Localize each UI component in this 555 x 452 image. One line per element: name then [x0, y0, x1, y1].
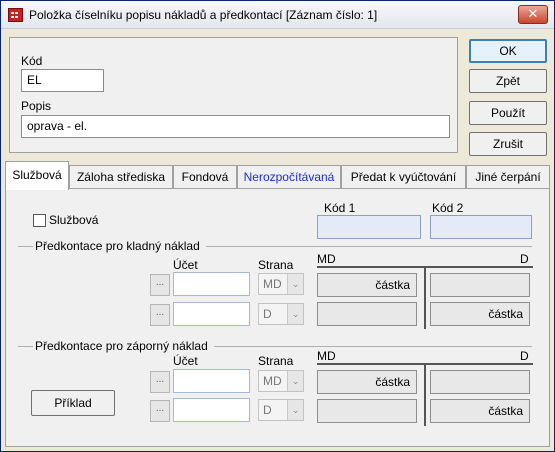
- title-bar[interactable]: Položka číselníku popisu nákladů a předk…: [1, 1, 554, 29]
- negative-strana-label: Strana: [258, 354, 294, 368]
- negative-row1-md-amount: částka: [317, 370, 417, 394]
- negative-ucet-label: Účet: [173, 354, 198, 368]
- tab-zaloha-strediska[interactable]: Záloha střediska: [69, 165, 173, 189]
- sluzbova-checkbox-label: Službová: [49, 213, 99, 227]
- positive-row1-lookup-button[interactable]: ...: [150, 274, 170, 296]
- positive-row1-side-select[interactable]: MD ⌄: [258, 273, 304, 295]
- back-button[interactable]: Zpět: [469, 69, 547, 93]
- positive-md-label: MD: [317, 252, 336, 266]
- chevron-down-icon: ⌄: [287, 274, 303, 294]
- negative-row1-side-value: MD: [263, 374, 282, 388]
- positive-row1-account-input[interactable]: [173, 272, 250, 296]
- positive-row2-d-amount: částka: [430, 302, 530, 326]
- negative-row2-side-value: D: [263, 403, 272, 417]
- app-icon: [8, 8, 23, 22]
- negative-divider-right: [214, 346, 532, 347]
- positive-row2-side-select[interactable]: D ⌄: [258, 303, 304, 325]
- kod2-field[interactable]: [430, 215, 532, 239]
- tab-nerozpocitavana[interactable]: Nerozpočítávaná: [237, 165, 341, 189]
- tab-fondova[interactable]: Fondová: [173, 165, 237, 189]
- kod1-label: Kód 1: [324, 201, 356, 215]
- window-title: Položka číselníku popisu nákladů a předk…: [29, 8, 378, 22]
- close-button[interactable]: ✕: [518, 5, 548, 24]
- negative-row2-lookup-button[interactable]: ...: [150, 400, 170, 422]
- chevron-down-icon: ⌄: [287, 304, 303, 324]
- positive-row2-account-input[interactable]: [173, 302, 250, 326]
- negative-row1-side-select[interactable]: MD ⌄: [258, 370, 304, 392]
- negative-md-label: MD: [317, 349, 336, 363]
- negative-d-label: D: [520, 349, 529, 363]
- kod2-label: Kód 2: [432, 201, 464, 215]
- positive-row2-side-value: D: [263, 307, 272, 321]
- positive-section-title: Předkontace pro kladný náklad: [33, 239, 202, 253]
- negative-row2-side-select[interactable]: D ⌄: [258, 399, 304, 421]
- positive-row2-lookup-button[interactable]: ...: [150, 304, 170, 326]
- dialog-window: Položka číselníku popisu nákladů a předk…: [0, 0, 555, 452]
- positive-row1-md-amount: částka: [317, 273, 417, 297]
- kod-input[interactable]: EL: [21, 69, 104, 92]
- popis-input[interactable]: oprava - el.: [21, 115, 450, 138]
- ok-button[interactable]: OK: [469, 39, 547, 63]
- positive-row1-d-amount: [430, 273, 530, 297]
- positive-tacc-divider: [424, 267, 426, 329]
- negative-tacc-divider: [424, 364, 426, 426]
- negative-row1-account-input[interactable]: [173, 369, 250, 393]
- tab-jine-cerpani[interactable]: Jiné čerpání: [466, 165, 550, 189]
- sluzbova-checkbox[interactable]: [33, 214, 46, 227]
- tab-predat-k-vyuctovani[interactable]: Předat k vyúčtování: [341, 165, 466, 189]
- positive-row1-side-value: MD: [263, 277, 282, 291]
- positive-row2-md-amount: [317, 302, 417, 326]
- negative-section-title: Předkontace pro záporný náklad: [33, 339, 210, 353]
- example-button[interactable]: Příklad: [31, 390, 115, 416]
- chevron-down-icon: ⌄: [287, 400, 303, 420]
- kod1-field[interactable]: [317, 215, 421, 239]
- cancel-button[interactable]: Zrušit: [469, 132, 547, 156]
- positive-ucet-label: Účet: [173, 258, 198, 272]
- negative-row1-d-amount: [430, 370, 530, 394]
- kod-label: Kód: [21, 54, 43, 68]
- tab-sluzbova[interactable]: Službová: [5, 161, 69, 190]
- header-panel: Kód EL Popis oprava - el.: [9, 37, 458, 153]
- tab-panel-sluzbova: Službová Kód 1 Kód 2 Předkontace pro kla…: [5, 188, 550, 447]
- popis-label: Popis: [21, 99, 52, 113]
- positive-d-label: D: [520, 252, 529, 266]
- negative-row2-account-input[interactable]: [173, 398, 250, 422]
- negative-row2-md-amount: [317, 399, 417, 423]
- chevron-down-icon: ⌄: [287, 371, 303, 391]
- negative-row2-d-amount: částka: [430, 399, 530, 423]
- positive-divider-right: [206, 246, 532, 247]
- apply-button[interactable]: Použít: [469, 101, 547, 125]
- negative-row1-lookup-button[interactable]: ...: [150, 371, 170, 393]
- positive-strana-label: Strana: [258, 258, 294, 272]
